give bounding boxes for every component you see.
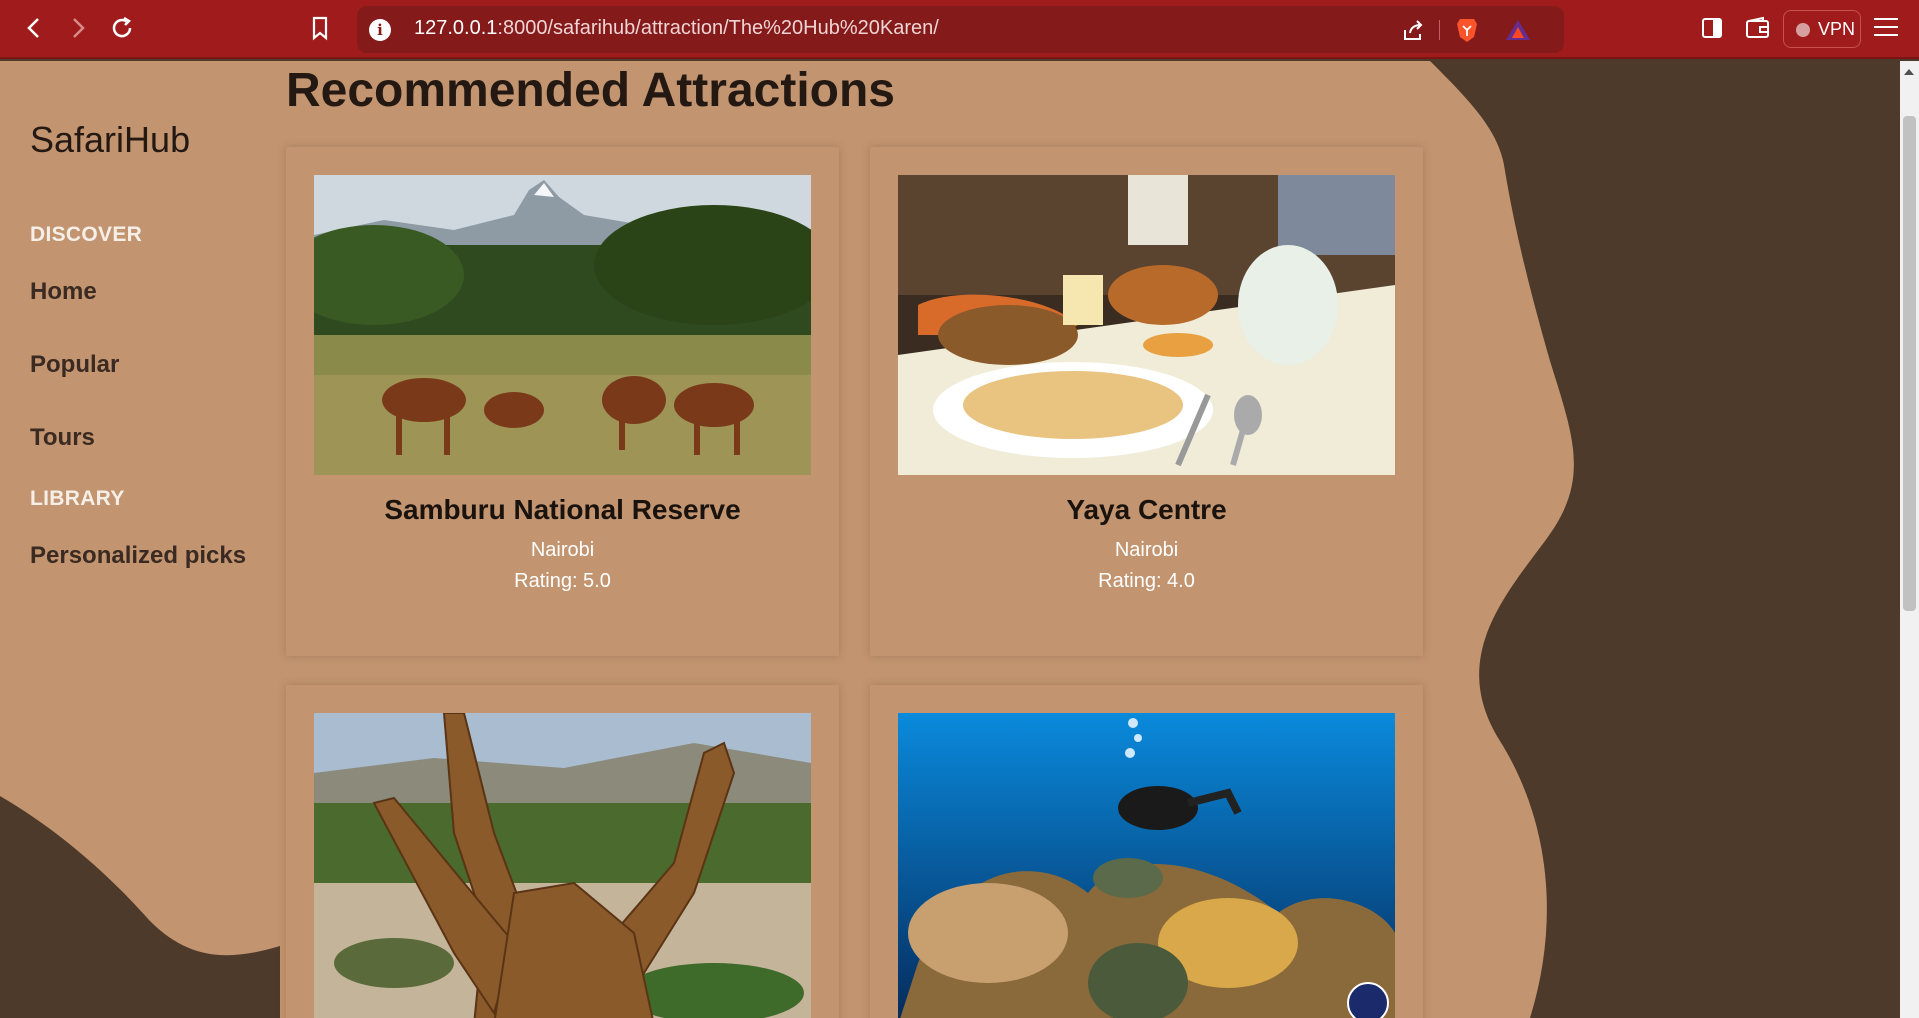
- separator: [1439, 20, 1440, 40]
- nav-link-home[interactable]: Home: [30, 278, 97, 306]
- page-scrollbar[interactable]: [1900, 61, 1919, 1018]
- bat-icon[interactable]: [1505, 18, 1531, 42]
- section-title-discover: DISCOVER: [30, 223, 143, 246]
- section-title-library: LIBRARY: [30, 487, 125, 510]
- info-icon[interactable]: i: [369, 19, 391, 41]
- reload-icon[interactable]: [106, 12, 138, 44]
- nav-link-personalized-picks[interactable]: Personalized picks: [30, 542, 246, 570]
- forward-icon[interactable]: [62, 12, 94, 44]
- vpn-button[interactable]: VPN: [1783, 10, 1861, 48]
- url-path: :8000/safarihub/attraction/The%20Hub%20K…: [497, 17, 939, 39]
- restaurant-dish-photo[interactable]: [898, 175, 1395, 475]
- attraction-card[interactable]: Samburu National Reserve Nairobi Rating:…: [286, 147, 839, 656]
- sidebar-icon[interactable]: [1700, 16, 1724, 40]
- menu-icon[interactable]: [1874, 18, 1898, 40]
- back-icon[interactable]: [18, 12, 50, 44]
- sidebar: SafariHub DISCOVER Home Popular Tours LI…: [0, 61, 285, 1018]
- brave-icon[interactable]: [1455, 17, 1479, 43]
- scrollbar-thumb[interactable]: [1903, 116, 1916, 611]
- attraction-rating: Rating: 4.0: [1098, 570, 1195, 592]
- nav-link-tours[interactable]: Tours: [30, 424, 95, 452]
- antelope-savanna-photo[interactable]: [314, 175, 811, 475]
- scuba-diver-turtle-photo[interactable]: [898, 713, 1395, 1018]
- page-title: Recommended Attractions: [286, 64, 895, 117]
- brand-logo[interactable]: SafariHub: [30, 119, 190, 161]
- vpn-label: VPN: [1818, 19, 1856, 39]
- url-host: 127.0.0.1: [414, 17, 498, 39]
- vpn-status-icon: [1796, 23, 1810, 37]
- attraction-rating: Rating: 5.0: [514, 570, 611, 592]
- scroll-up-arrow-icon[interactable]: [1904, 69, 1914, 75]
- wallet-icon[interactable]: [1745, 16, 1771, 40]
- browser-toolbar: i 127.0.0.1:8000/safarihub/attraction/Th…: [0, 0, 1919, 59]
- attraction-name[interactable]: Yaya Centre: [870, 494, 1423, 526]
- attraction-name[interactable]: Samburu National Reserve: [286, 494, 839, 526]
- attraction-card[interactable]: [286, 685, 839, 1018]
- attraction-city: Nairobi: [1114, 539, 1179, 561]
- address-bar[interactable]: i 127.0.0.1:8000/safarihub/attraction/Th…: [357, 6, 1564, 53]
- giraffes-photo[interactable]: [314, 713, 811, 1018]
- nav-link-popular[interactable]: Popular: [30, 351, 119, 379]
- url-text[interactable]: 127.0.0.1:8000/safarihub/attraction/The%…: [414, 17, 939, 40]
- attraction-card[interactable]: [870, 685, 1423, 1018]
- share-icon[interactable]: [1401, 18, 1425, 42]
- attraction-card[interactable]: Yaya Centre Nairobi Rating: 4.0: [870, 147, 1423, 656]
- attraction-city: Nairobi: [530, 539, 595, 561]
- bookmark-icon[interactable]: [306, 14, 334, 42]
- page-viewport: SafariHub DISCOVER Home Popular Tours LI…: [0, 61, 1900, 1018]
